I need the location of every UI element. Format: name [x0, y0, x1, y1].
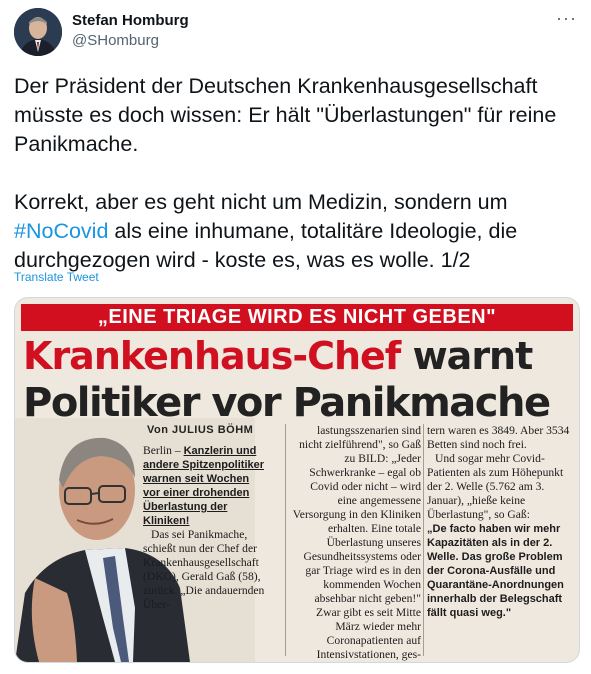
headline-dark: warnt [400, 334, 534, 378]
tweet-paragraph-2: Korrekt, aber es geht nicht um Medizin, … [14, 188, 574, 275]
col2-para2: Zwar gibt es seit Mitte März wieder mehr… [316, 606, 421, 661]
tweet-header: Stefan Homburg @SHomburg ··· [14, 8, 577, 58]
clipping-column-1: Berlin – Kanzlerin und andere Spitzenpol… [143, 444, 265, 612]
tweet-image[interactable]: „EINE TRIAGE WIRD ES NICHT GEBEN" Kranke… [14, 297, 580, 663]
clipping-banner: „EINE TRIAGE WIRD ES NICHT GEBEN" [21, 304, 573, 331]
column-divider [285, 424, 286, 656]
clipping-headline-line1: Krankenhaus-Chef warnt [23, 334, 534, 378]
clipping-byline: Von JULIUS BÖHM [147, 424, 254, 436]
col1-bold: Kanzlerin und andere Spitzenpolitiker wa… [143, 445, 265, 527]
clipping-column-3: tern waren es 3849. Aber 3534 Betten sin… [427, 424, 573, 620]
author-name[interactable]: Stefan Homburg [72, 12, 189, 29]
clipping-column-2: lastungsszenarien sind nicht zielführend… [291, 424, 421, 662]
tweet-text-segment: Korrekt, aber es geht nicht um Medizin, … [14, 190, 508, 214]
more-options-icon[interactable]: ··· [556, 8, 577, 29]
col1-para1: Berlin – Kanzlerin und andere Spitzenpol… [143, 444, 265, 528]
avatar[interactable] [14, 8, 62, 56]
hashtag-link[interactable]: #NoCovid [14, 219, 108, 243]
tweet-text: Der Präsident der Deutschen Krankenhausg… [14, 72, 574, 275]
headline-red: Krankenhaus-Chef [23, 334, 401, 378]
translate-tweet-link[interactable]: Translate Tweet [14, 270, 99, 284]
col1-para2: Das sei Panikmache, schießt nun der Chef… [143, 528, 265, 611]
column-divider [423, 424, 424, 656]
tweet-paragraph-1: Der Präsident der Deutschen Krankenhausg… [14, 74, 557, 156]
author-handle[interactable]: @SHomburg [72, 32, 159, 49]
col3-para1: tern waren es 3849. Aber 3534 Betten sin… [427, 424, 570, 451]
col3-bold: „De facto haben wir mehr Kapazitäten als… [427, 522, 573, 620]
col3-bold-text: „De facto haben wir mehr Kapazitäten als… [427, 523, 564, 619]
col3-para2: Und sogar mehr Covid-Patienten als zum H… [427, 452, 564, 521]
col1-lead: Berlin – [143, 444, 184, 457]
col2-para1: lastungsszenarien sind nicht zielführend… [292, 424, 421, 605]
